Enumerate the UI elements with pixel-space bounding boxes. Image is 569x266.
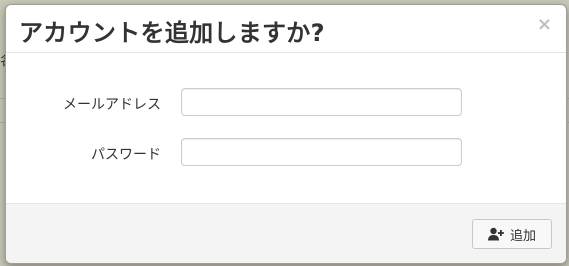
dialog-body: メールアドレス パスワード: [6, 53, 566, 203]
email-field[interactable]: [181, 88, 462, 116]
add-button-label: 追加: [509, 228, 536, 244]
dialog-footer: 追加: [6, 203, 566, 263]
user-plus-icon: [487, 227, 504, 241]
add-account-button[interactable]: 追加: [472, 219, 552, 249]
add-account-dialog: アカウントを追加しますか? × メールアドレス パスワード 追加: [5, 4, 567, 264]
password-label: パスワード: [91, 147, 161, 163]
email-row: メールアドレス: [6, 88, 566, 118]
dialog-title: アカウントを追加しますか?: [19, 19, 325, 47]
dialog-header: アカウントを追加しますか? ×: [6, 5, 566, 53]
email-label: メールアドレス: [63, 97, 161, 113]
password-field[interactable]: [181, 138, 462, 166]
password-row: パスワード: [6, 138, 566, 168]
close-button[interactable]: ×: [537, 15, 552, 35]
